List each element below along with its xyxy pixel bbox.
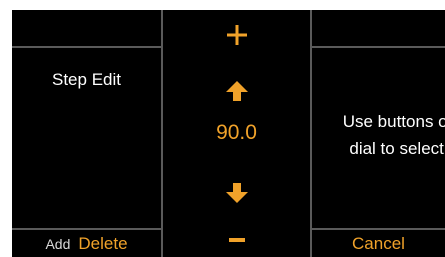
left-top-panel <box>12 10 161 46</box>
add-button[interactable]: Add <box>45 236 70 252</box>
decrement-button[interactable] <box>163 238 310 242</box>
left-bottom-actions: Add Delete <box>12 230 161 257</box>
divider-left-top <box>12 46 161 48</box>
arrow-down-icon <box>225 183 248 203</box>
hint-panel: Use buttons or dial to select. <box>312 48 445 228</box>
divider-right-top <box>312 46 445 48</box>
minus-icon <box>228 238 245 242</box>
mode-panel: Step Edit <box>12 48 161 228</box>
cancel-button[interactable]: Cancel <box>352 234 405 254</box>
delete-button[interactable]: Delete <box>78 234 127 254</box>
divider-left-bottom <box>12 228 161 230</box>
cancel-wrap: Cancel <box>312 230 445 257</box>
right-top-panel <box>312 10 445 46</box>
step-up-button[interactable] <box>163 81 310 101</box>
step-edit-screen: Step Edit Add Delete 90.0 Use buttons or… <box>0 0 445 257</box>
right-bottom-bar: Cancel <box>312 230 445 257</box>
hint-line-2: dial to select. <box>349 139 445 158</box>
value-adjust-panel: 90.0 <box>163 10 310 257</box>
current-value: 90.0 <box>216 121 257 144</box>
left-bottom-bar: Add Delete <box>12 230 161 257</box>
hint-text: Use buttons or dial to select. <box>318 108 445 162</box>
increment-button[interactable] <box>163 25 310 45</box>
plus-icon <box>226 25 247 45</box>
arrow-up-icon <box>225 81 248 101</box>
hint-line-1: Use buttons or <box>342 112 445 131</box>
divider-left-vertical <box>161 10 163 257</box>
divider-right-bottom <box>312 228 445 230</box>
mode-title: Step Edit <box>52 70 121 89</box>
step-down-button[interactable] <box>163 183 310 203</box>
